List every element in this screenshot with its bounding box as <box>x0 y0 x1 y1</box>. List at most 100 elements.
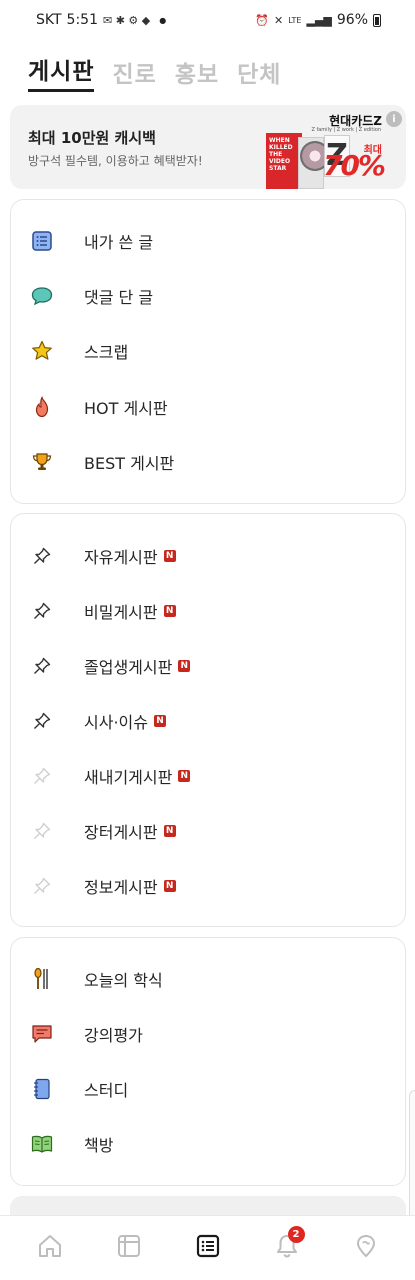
tab-board[interactable]: 게시판 <box>28 52 95 92</box>
bookstore-item[interactable]: 책방 <box>11 1122 405 1166</box>
menu-label: 책방 <box>84 1136 114 1155</box>
board-item-alumni[interactable]: 졸업생게시판 N <box>11 644 405 688</box>
lecture-review-item[interactable]: 강의평가 <box>11 1012 405 1056</box>
carrier-label: SKT <box>36 12 62 28</box>
fire-icon <box>31 396 53 418</box>
menu-label: 강의평가 <box>84 1026 143 1045</box>
scrap-item[interactable]: 스크랩 <box>11 329 405 373</box>
cafeteria-item[interactable]: 오늘의 학식 <box>11 957 405 1001</box>
services-card: 오늘의 학식 강의평가 스터디 책방 <box>10 937 406 1186</box>
book-icon <box>31 1133 53 1155</box>
menu-label: 스크랩 <box>84 343 129 362</box>
menu-label: BEST 게시판 <box>84 454 175 473</box>
new-badge: N <box>163 605 176 617</box>
boards-card: 자유게시판 N 비밀게시판 N 졸업생게시판 N 시사·이슈 N 새내기게시판 N 장터게… <box>10 513 406 927</box>
top-tabs: 게시판 진로 홍보 단체 <box>28 52 281 92</box>
banner-promo-percent: 70% <box>322 149 386 182</box>
tab-career[interactable]: 진로 <box>112 55 156 92</box>
nav-home[interactable] <box>30 1226 70 1266</box>
board-label: 비밀게시판 N <box>84 599 176 623</box>
pin-outline-icon[interactable] <box>31 875 53 897</box>
my-menu-card: 내가 쓴 글 댓글 단 글 스크랩 HOT 게시판 BEST 게시판 <box>10 199 406 504</box>
menu-label: 내가 쓴 글 <box>84 233 154 252</box>
new-badge: N <box>163 825 176 837</box>
pin-icon[interactable] <box>31 600 53 622</box>
menu-label: 스터디 <box>84 1081 129 1100</box>
banner-book-cover: WHEN KILLED THE VIDEO STAR <box>266 133 302 189</box>
nav-timetable[interactable] <box>109 1226 149 1266</box>
network-label: LTE <box>288 15 302 25</box>
new-badge: N <box>178 660 191 672</box>
nav-notifications[interactable]: 2 <box>267 1226 307 1266</box>
hot-board-item[interactable]: HOT 게시판 <box>11 385 405 429</box>
new-badge: N <box>178 770 191 782</box>
home-icon <box>38 1235 61 1257</box>
banner-title: 최대 10만원 캐시백 <box>28 129 156 147</box>
more-dot-icon: ● <box>159 15 167 25</box>
status-bar: SKT 5:51 ✉ ✱ ⚙ ◆ ● ⏰ ✕ LTE ▂▄▆ 96% <box>0 0 415 40</box>
board-name: 장터게시판 <box>84 823 158 842</box>
pin-outline-icon[interactable] <box>31 765 53 787</box>
notification-icons: ✉ ✱ ⚙ ◆ <box>103 13 151 27</box>
status-right: ⏰ ✕ LTE ▂▄▆ 96% <box>255 12 381 28</box>
board-name: 졸업생게시판 <box>84 658 173 677</box>
board-label: 시사·이슈 N <box>84 709 166 733</box>
study-item[interactable]: 스터디 <box>11 1067 405 1111</box>
menu-label: HOT 게시판 <box>84 399 168 418</box>
board-label: 자유게시판 N <box>84 544 176 568</box>
mute-icon: ✕ <box>273 13 284 27</box>
board-item-info[interactable]: 정보게시판 N <box>11 864 405 908</box>
my-comments-item[interactable]: 댓글 단 글 <box>11 274 405 318</box>
clock: 5:51 <box>66 12 98 28</box>
banner-artwork: WHEN KILLED THE VIDEO STAR Z 최대 70% <box>266 131 386 189</box>
trophy-icon <box>31 451 53 473</box>
pin-icon[interactable] <box>31 710 53 732</box>
new-badge: N <box>163 880 176 892</box>
alarm-icon: ⏰ <box>255 13 269 27</box>
board-name: 자유게시판 <box>84 548 158 567</box>
pin-outline-icon[interactable] <box>31 820 53 842</box>
board-item-secret[interactable]: 비밀게시판 N <box>11 589 405 633</box>
menu-label: 오늘의 학식 <box>84 971 163 990</box>
board-item-freshman[interactable]: 새내기게시판 N <box>11 754 405 798</box>
board-label: 장터게시판 N <box>84 819 176 843</box>
board-list-icon <box>196 1234 219 1258</box>
board-item-market[interactable]: 장터게시판 N <box>11 809 405 853</box>
pin-icon[interactable] <box>31 545 53 567</box>
my-posts-item[interactable]: 내가 쓴 글 <box>11 219 405 263</box>
board-name: 정보게시판 <box>84 878 158 897</box>
list-icon <box>31 230 53 252</box>
scroll-edge-handle[interactable] <box>409 1090 415 1220</box>
board-label: 새내기게시판 N <box>84 764 191 788</box>
star-icon <box>31 340 53 362</box>
nav-campus-pick[interactable] <box>346 1226 386 1266</box>
battery-icon <box>373 13 381 27</box>
board-name: 시사·이슈 <box>84 713 148 732</box>
review-icon <box>31 1023 53 1045</box>
tab-groups[interactable]: 단체 <box>237 55 281 92</box>
speech-bubble-icon <box>31 285 53 307</box>
board-item-issues[interactable]: 시사·이슈 N <box>11 699 405 743</box>
info-icon[interactable]: i <box>386 111 402 127</box>
banner-subtitle: 방구석 필수템, 이용하고 혜택받자! <box>28 154 203 168</box>
best-board-item[interactable]: BEST 게시판 <box>11 440 405 484</box>
tab-promo[interactable]: 홍보 <box>175 55 219 92</box>
ad-banner[interactable]: 최대 10만원 캐시백 방구석 필수템, 이용하고 혜택받자! 현대카드Z Z … <box>10 105 406 189</box>
battery-percent: 96% <box>336 12 368 28</box>
board-item-free[interactable]: 자유게시판 N <box>11 534 405 578</box>
utensils-icon <box>31 967 53 990</box>
timetable-icon <box>117 1235 140 1257</box>
bottom-nav: 2 <box>0 1215 415 1280</box>
status-left: SKT 5:51 ✉ ✱ ⚙ ◆ ● <box>36 12 166 28</box>
signal-icon: ▂▄▆ <box>306 13 332 27</box>
new-badge: N <box>163 550 176 562</box>
board-name: 새내기게시판 <box>84 768 173 787</box>
menu-label: 댓글 단 글 <box>84 288 154 307</box>
board-label: 정보게시판 N <box>84 874 176 898</box>
board-label: 졸업생게시판 N <box>84 654 191 678</box>
notebook-icon <box>31 1078 53 1100</box>
nav-boards[interactable] <box>188 1226 228 1266</box>
board-name: 비밀게시판 <box>84 603 158 622</box>
location-pin-icon <box>356 1234 375 1258</box>
pin-icon[interactable] <box>31 655 53 677</box>
